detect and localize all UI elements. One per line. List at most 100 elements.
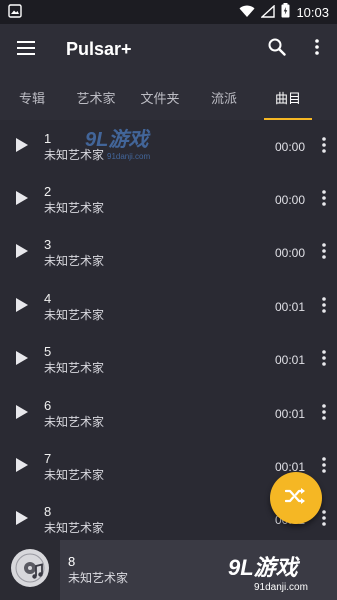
image-notification-icon (8, 3, 22, 22)
menu-button[interactable] (0, 24, 52, 74)
play-icon (15, 510, 29, 530)
track-title: 6 (44, 397, 52, 413)
more-vert-icon (322, 457, 326, 477)
track-menu-button[interactable] (311, 227, 337, 280)
play-track-button[interactable] (0, 387, 44, 440)
more-vert-icon (322, 190, 326, 210)
track-row[interactable]: 1 未知艺术家 00:00 (0, 120, 337, 173)
play-icon (15, 190, 29, 210)
signal-icon (260, 3, 276, 22)
play-track-button[interactable] (0, 494, 44, 540)
track-duration: 00:01 (274, 406, 305, 421)
status-right: 10:03 (239, 2, 329, 22)
track-menu-button[interactable] (311, 334, 337, 387)
more-vert-icon (322, 350, 326, 370)
tab-artists[interactable]: 艺术家 (64, 74, 128, 120)
tab-folders[interactable]: 文件夹 (128, 74, 192, 120)
more-vert-icon (322, 297, 326, 317)
track-row[interactable]: 6 未知艺术家 00:01 (0, 387, 337, 440)
play-icon (15, 404, 29, 424)
watermark-overlay: 9L游戏 91danji.com (85, 123, 150, 161)
search-button[interactable] (257, 24, 297, 74)
track-artist: 未知艺术家 (44, 201, 105, 216)
app-title: Pulsar+ (66, 38, 132, 59)
status-bar: 10:03 (0, 0, 337, 24)
track-menu-button[interactable] (311, 280, 337, 333)
track-artist: 未知艺术家 (44, 361, 105, 376)
more-vert-icon (322, 136, 326, 157)
toolbar-actions (257, 24, 337, 74)
more-vert-icon (322, 403, 326, 424)
music-disc-icon (8, 546, 52, 594)
track-duration: 00:00 (274, 139, 305, 154)
track-artist: 未知艺术家 (44, 521, 105, 536)
play-track-button[interactable] (0, 334, 44, 387)
battery-charging-icon (281, 2, 290, 22)
status-left (8, 3, 22, 22)
track-menu-button[interactable] (311, 120, 337, 173)
overflow-menu-button[interactable] (297, 24, 337, 74)
track-menu-button[interactable] (311, 387, 337, 440)
now-playing-artist: 未知艺术家 (68, 571, 129, 585)
track-meta: 2 未知艺术家 (44, 184, 275, 216)
play-track-button[interactable] (0, 120, 44, 173)
track-meta: 3 未知艺术家 (44, 237, 275, 269)
album-art (0, 540, 60, 600)
now-playing-meta: 8 未知艺术家 (68, 553, 128, 587)
track-row[interactable]: 4 未知艺术家 00:01 (0, 280, 337, 333)
app-toolbar: Pulsar+ (0, 24, 337, 74)
track-meta: 8 未知艺术家 (44, 504, 275, 536)
watermark-overlay: 9L游戏 91danji.com (228, 550, 308, 593)
watermark-logo: 9L游戏 (85, 129, 149, 151)
play-icon (15, 243, 29, 263)
track-title: 5 (44, 344, 52, 360)
watermark-url: 91danji.com (107, 152, 151, 161)
track-duration: 00:00 (274, 193, 305, 208)
track-meta: 6 未知艺术家 (44, 398, 275, 430)
track-meta: 4 未知艺术家 (44, 291, 275, 323)
track-title: 8 (44, 504, 52, 520)
track-artist: 未知艺术家 (44, 468, 105, 483)
play-track-button[interactable] (0, 280, 44, 333)
track-title: 3 (44, 237, 52, 253)
play-icon (15, 350, 29, 370)
track-artist: 未知艺术家 (44, 254, 105, 269)
track-artist: 未知艺术家 (44, 307, 105, 322)
play-track-button[interactable] (0, 227, 44, 280)
track-row[interactable]: 3 未知艺术家 00:00 (0, 227, 337, 280)
play-icon (15, 297, 29, 317)
tab-albums[interactable]: 专辑 (0, 74, 64, 120)
track-title: 7 (44, 451, 52, 467)
play-track-button[interactable] (0, 441, 44, 494)
shuffle-icon (284, 487, 307, 509)
tab-tracks[interactable]: 曲目 (256, 74, 320, 120)
track-meta: 1 未知艺术家 (44, 131, 275, 163)
track-row[interactable]: 5 未知艺术家 00:01 (0, 334, 337, 387)
track-duration: 00:01 (274, 353, 305, 368)
track-artist: 未知艺术家 (44, 147, 105, 162)
wifi-icon (239, 3, 255, 22)
track-duration: 00:00 (274, 246, 305, 261)
more-vert-icon (322, 510, 326, 530)
track-duration: 00:01 (274, 299, 305, 314)
play-track-button[interactable] (0, 174, 44, 227)
track-meta: 5 未知艺术家 (44, 344, 275, 376)
shuffle-button[interactable] (270, 472, 322, 524)
library-tabs: 专辑 艺术家 文件夹 流派 曲目 (0, 74, 337, 120)
track-title: 2 (44, 184, 52, 200)
status-time: 10:03 (296, 4, 329, 20)
more-vert-icon (315, 39, 319, 59)
tab-genres[interactable]: 流派 (192, 74, 256, 120)
track-row[interactable]: 2 未知艺术家 00:00 (0, 173, 337, 226)
track-menu-button[interactable] (311, 174, 337, 227)
more-vert-icon (322, 243, 326, 263)
play-icon (15, 137, 29, 157)
track-meta: 7 未知艺术家 (44, 451, 275, 483)
track-title: 1 (44, 130, 52, 146)
hamburger-icon (17, 40, 35, 59)
watermark-url: 91danji.com (254, 582, 308, 593)
track-title: 4 (44, 290, 52, 306)
now-playing-title: 8 (68, 554, 76, 569)
search-icon (268, 38, 286, 60)
watermark-logo: 9L游戏 (228, 555, 298, 580)
